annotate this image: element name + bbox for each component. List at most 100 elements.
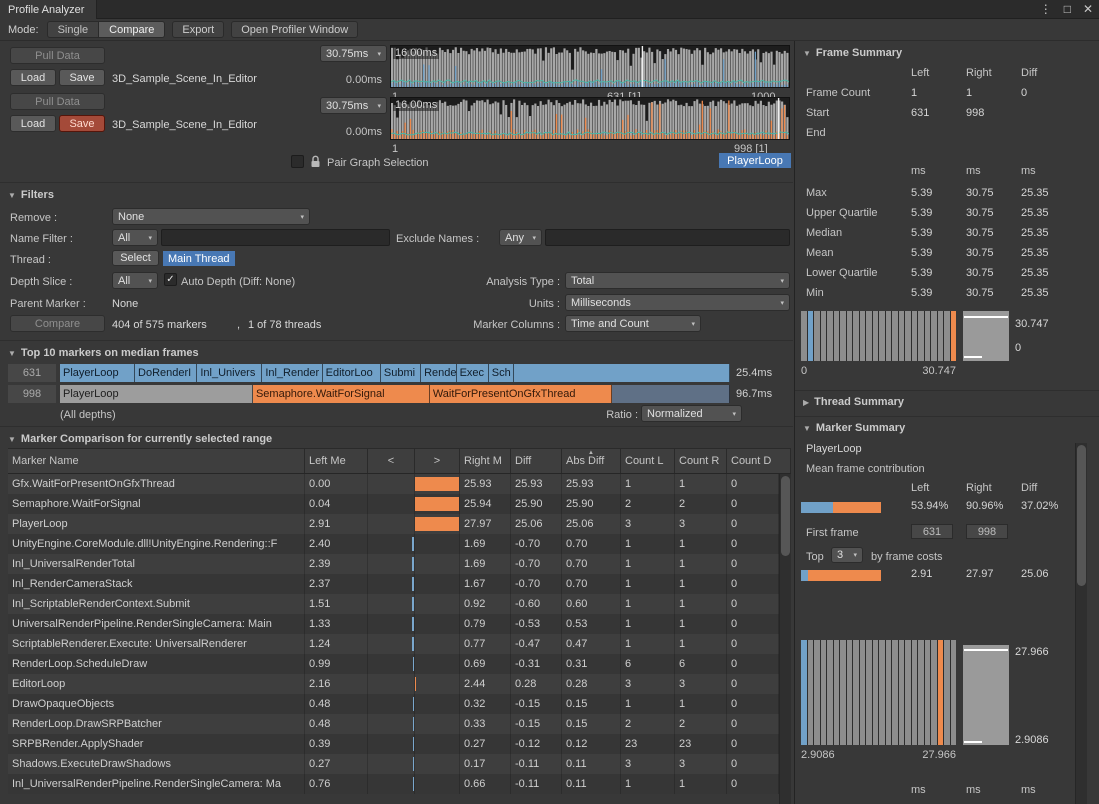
top10-marker-segment[interactable]: PlayerLoop	[60, 385, 253, 403]
panel-scrollbar[interactable]	[1075, 443, 1087, 804]
column-header-count-diff[interactable]: Count D	[727, 449, 791, 473]
save-button-right[interactable]: Save	[59, 115, 105, 132]
table-row[interactable]: Gfx.WaitForPresentOnGfxThread 0.00 25.93…	[8, 474, 779, 494]
frame-summary-header[interactable]: ▼ Frame Summary	[803, 47, 902, 59]
export-button[interactable]: Export	[172, 21, 224, 38]
top10-frame-number-left[interactable]: 631	[8, 364, 56, 382]
cell-value: 0.60	[566, 598, 587, 610]
column-header-count-right[interactable]: Count R	[675, 449, 727, 473]
selected-marker-tag[interactable]: PlayerLoop	[719, 153, 791, 168]
pair-graph-label: Pair Graph Selection	[327, 156, 429, 171]
analysis-type-dropdown[interactable]: Total ▾	[565, 272, 790, 289]
thread-select-button[interactable]: Select	[112, 250, 159, 266]
cell-value: 1	[679, 558, 685, 570]
table-row[interactable]: EditorLoop 2.16 2.44 0.28 0.28 3 3 0	[8, 674, 779, 694]
table-row[interactable]: ScriptableRenderer.Execute: UniversalRen…	[8, 634, 779, 654]
ratio-dropdown[interactable]: Normalized ▾	[641, 405, 742, 422]
cell-left-median: 0.48	[305, 714, 368, 734]
open-profiler-button[interactable]: Open Profiler Window	[231, 21, 358, 38]
top10-marker-segment[interactable]: DoRenderI	[135, 364, 197, 382]
window-tab[interactable]: Profile Analyzer	[0, 0, 97, 19]
frame-time-graph-right[interactable]: 16.00ms	[390, 97, 790, 140]
pull-data-button-right[interactable]: Pull Data	[10, 93, 105, 110]
table-row[interactable]: Inl_UniversalRenderTotal 2.39 1.69 -0.70…	[8, 554, 779, 574]
first-frame-left-button[interactable]: 631	[911, 524, 953, 539]
top10-frame-number-right[interactable]: 998	[8, 385, 56, 403]
marker-summary-header[interactable]: ▼ Marker Summary	[803, 422, 905, 434]
table-row[interactable]: Shadows.ExecuteDrawShadows 0.27 0.17 -0.…	[8, 754, 779, 774]
top10-marker-segment[interactable]: Rende	[421, 364, 457, 382]
table-row[interactable]: Inl_UniversalRenderPipeline.RenderSingle…	[8, 774, 779, 794]
graph-scale-dropdown-right[interactable]: 30.75ms ▾	[320, 97, 387, 114]
load-button-left[interactable]: Load	[10, 69, 56, 86]
first-frame-right-button[interactable]: 998	[966, 524, 1008, 539]
pull-data-button-left[interactable]: Pull Data	[10, 47, 105, 64]
top10-section-header[interactable]: ▼ Top 10 markers on median frames	[8, 347, 199, 359]
top-n-dropdown[interactable]: 3 ▾	[831, 547, 863, 563]
maximize-icon[interactable]: □	[1064, 2, 1071, 16]
scrollbar-thumb[interactable]	[781, 476, 790, 556]
column-header-diff[interactable]: Diff	[511, 449, 562, 473]
exclude-names-input[interactable]	[545, 229, 790, 246]
top10-marker-segment[interactable]: Inl_Univers	[197, 364, 262, 382]
compare-button[interactable]: Compare	[10, 315, 105, 332]
top10-marker-segment[interactable]: Semaphore.WaitForSignal	[253, 385, 430, 403]
filters-section-header[interactable]: ▼ Filters	[8, 189, 54, 201]
mode-tab-single[interactable]: Single	[47, 21, 100, 38]
menu-icon[interactable]: ⋮	[1040, 2, 1052, 16]
marker-columns-dropdown[interactable]: Time and Count ▾	[565, 315, 701, 332]
table-row[interactable]: UniversalRenderPipeline.RenderSingleCame…	[8, 614, 779, 634]
marker-comparison-header[interactable]: ▼ Marker Comparison for currently select…	[8, 433, 272, 445]
top10-marker-segment[interactable]: PlayerLoop	[60, 364, 135, 382]
save-button-left[interactable]: Save	[59, 69, 105, 86]
top10-marker-segment[interactable]	[612, 385, 730, 403]
cell-value: 1.67	[464, 578, 485, 590]
top10-marker-segment[interactable]	[514, 364, 730, 382]
top10-marker-segment[interactable]: Submi	[381, 364, 421, 382]
units-dropdown[interactable]: Milliseconds ▾	[565, 294, 790, 311]
depth-slice-dropdown[interactable]: All ▾	[112, 272, 158, 289]
frame-time-graph-left[interactable]: 16.00ms	[390, 45, 790, 88]
name-filter-input[interactable]	[161, 229, 390, 246]
cell-value: 2	[679, 498, 685, 510]
exclude-mode-dropdown[interactable]: Any ▾	[499, 229, 542, 246]
pair-graph-checkbox[interactable]	[291, 155, 304, 168]
close-icon[interactable]: ✕	[1083, 2, 1093, 16]
table-row[interactable]: RenderLoop.ScheduleDraw 0.99 0.69 -0.31 …	[8, 654, 779, 674]
mode-tab-compare[interactable]: Compare	[99, 21, 165, 38]
table-row[interactable]: UnityEngine.CoreModule.dll!UnityEngine.R…	[8, 534, 779, 554]
auto-depth-checkbox[interactable]: ✓	[164, 273, 177, 286]
table-row[interactable]: Semaphore.WaitForSignal 0.04 25.94 25.90…	[8, 494, 779, 514]
column-header-count-left[interactable]: Count L	[621, 449, 675, 473]
table-row[interactable]: DrawOpaqueObjects 0.48 0.32 -0.15 0.15 1…	[8, 694, 779, 714]
cell-value: 25.90	[566, 498, 594, 510]
column-header-right-bar[interactable]: >	[415, 449, 460, 473]
table-row[interactable]: SRPBRender.ApplyShader 0.39 0.27 -0.12 0…	[8, 734, 779, 754]
thread-value-tag[interactable]: Main Thread	[163, 251, 235, 266]
load-button-right[interactable]: Load	[10, 115, 56, 132]
top10-marker-segment[interactable]: Exec	[457, 364, 489, 382]
column-header-marker-name[interactable]: Marker Name	[8, 449, 305, 473]
table-row[interactable]: PlayerLoop 2.91 27.97 25.06 25.06 3 3 0	[8, 514, 779, 534]
name-filter-mode-dropdown[interactable]: All ▾	[112, 229, 158, 246]
column-header-left-median[interactable]: Left Me	[305, 449, 368, 473]
frame-number: 998	[978, 526, 996, 538]
graph-scale-dropdown-left[interactable]: 30.75ms ▾	[320, 45, 387, 62]
table-row[interactable]: Inl_RenderCameraStack 2.37 1.67 -0.70 0.…	[8, 574, 779, 594]
marker-name: Inl_UniversalRenderTotal	[12, 558, 135, 570]
remove-dropdown[interactable]: None ▾	[112, 208, 310, 225]
table-scrollbar[interactable]	[779, 474, 791, 804]
top10-marker-segment[interactable]: WaitForPresentOnGfxThread	[430, 385, 612, 403]
thread-summary-header[interactable]: ▶ Thread Summary	[803, 396, 904, 408]
table-row[interactable]: RenderLoop.DrawSRPBatcher 0.48 0.33 -0.1…	[8, 714, 779, 734]
cell-left-diff-bar	[368, 754, 415, 774]
scrollbar-thumb[interactable]	[1077, 445, 1086, 586]
top10-marker-segment[interactable]: EditorLoo	[323, 364, 381, 382]
mean-contribution-label: Mean frame contribution	[806, 462, 925, 477]
column-header-left-bar[interactable]: <	[368, 449, 415, 473]
column-header-abs-diff[interactable]: ▲Abs Diff	[562, 449, 621, 473]
top10-marker-segment[interactable]: Sch	[489, 364, 514, 382]
top10-marker-segment[interactable]: Inl_Render	[262, 364, 322, 382]
column-header-right-median[interactable]: Right M	[460, 449, 511, 473]
table-row[interactable]: Inl_ScriptableRenderContext.Submit 1.51 …	[8, 594, 779, 614]
